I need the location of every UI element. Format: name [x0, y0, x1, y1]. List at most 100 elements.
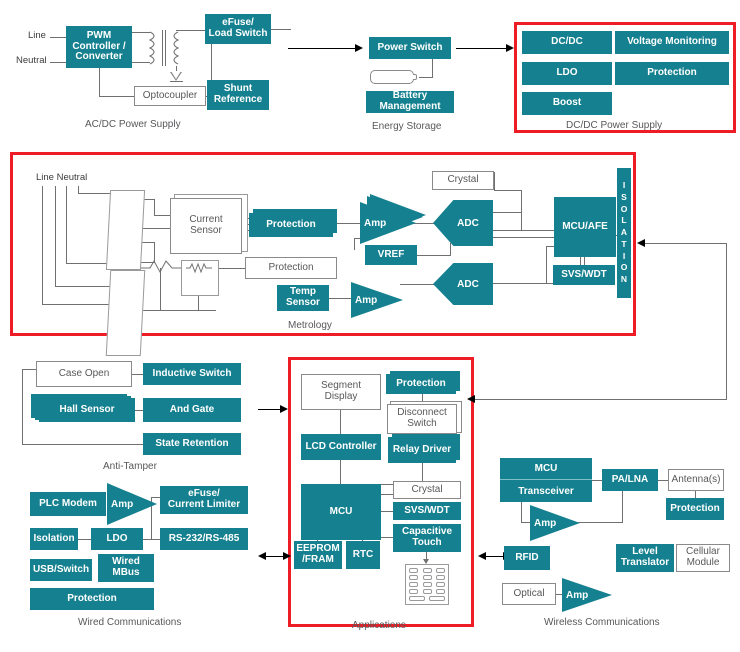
block-temp-sensor: Temp Sensor	[277, 285, 329, 311]
block-boost: Boost	[522, 92, 612, 115]
block-usb-switch: USB/Switch	[30, 559, 92, 581]
keypad-key-wide[interactable]	[409, 596, 425, 601]
block-pa-lna: PA/LNA	[602, 469, 658, 491]
adc-label-2: ADC	[457, 278, 479, 290]
amp-label-wireless: Amp	[534, 517, 557, 529]
iso-letter: L	[621, 215, 627, 226]
caption-applications: Applications	[352, 620, 406, 631]
keypad-key[interactable]	[436, 582, 445, 587]
block-plc-modem: PLC Modem	[30, 492, 106, 516]
block-and-gate: And Gate	[143, 398, 241, 422]
block-segment-display: Segment Display	[301, 374, 381, 410]
block-power-switch: Power Switch	[369, 37, 451, 59]
amp-label-optical: Amp	[566, 589, 589, 601]
keypad-key[interactable]	[422, 582, 432, 587]
label-neutral-input: Neutral	[16, 55, 47, 66]
block-inductive-switch: Inductive Switch	[143, 363, 241, 385]
keypad-key[interactable]	[436, 589, 445, 594]
block-mcu-afe: MCU/AFE	[554, 197, 616, 257]
block-dcdc: DC/DC	[522, 31, 612, 54]
tap-1-h2	[154, 215, 170, 216]
wire-crystal-adc	[493, 212, 521, 213]
block-lcd-controller: LCD Controller	[301, 434, 381, 460]
iso-letter: A	[620, 227, 628, 238]
iso-letter: O	[620, 203, 628, 214]
keypad-key[interactable]	[436, 575, 445, 580]
shunt-bar-lower	[105, 270, 146, 356]
block-pwm-controller-converter: PWM Controller / Converter	[66, 26, 132, 68]
label-line-input: Line	[28, 30, 46, 41]
block-optical: Optical	[502, 583, 556, 605]
arrow-acdc-to-energy-line	[288, 48, 356, 50]
wire-adc-to-mcu-2	[493, 237, 555, 238]
wire-battery-to-switch-v	[432, 59, 433, 77]
block-amp-wireless: Amp	[530, 505, 580, 541]
block-antennas: Antenna(s)	[668, 469, 724, 491]
keypad-key[interactable]	[409, 568, 418, 573]
resistor-squiggle	[186, 262, 212, 274]
wire-line-in	[50, 37, 66, 38]
block-state-retention: State Retention	[143, 433, 241, 455]
keypad-key[interactable]	[422, 575, 432, 580]
wire-amp-to-palna-h	[578, 522, 623, 523]
keypad-key[interactable]	[436, 568, 445, 573]
keypad-key[interactable]	[409, 582, 418, 587]
wire-adc-to-mcu-1	[493, 230, 555, 231]
caption-wired-communications: Wired Communications	[78, 617, 182, 628]
arrow-loop-into-isolation	[637, 238, 645, 247]
block-amp-metrology-lower: Amp	[351, 282, 403, 318]
wire-divider-down-2	[198, 294, 199, 310]
keypad-key[interactable]	[422, 568, 432, 573]
block-protection-metrology-teal: Protection	[249, 213, 333, 237]
rail-2-bottom	[55, 286, 114, 287]
block-efuse-current-limiter: eFuse/ Current Limiter	[160, 486, 248, 514]
wire-temp-to-amp	[329, 298, 351, 299]
keypad-key[interactable]	[409, 589, 418, 594]
block-efuse-load-switch: eFuse/ Load Switch	[205, 14, 271, 44]
wire-crystal-down	[521, 190, 522, 230]
wire-at-bus-top	[22, 369, 36, 370]
block-crystal-applications: Crystal	[393, 481, 461, 499]
block-isolation-bar: I S O L A T I O N	[617, 168, 631, 298]
keypad-key[interactable]	[409, 575, 418, 580]
block-rfid: RFID	[504, 546, 550, 570]
iso-letter: I	[622, 180, 626, 191]
arrow-at-to-app-head	[280, 404, 288, 413]
keypad-key[interactable]	[422, 589, 432, 594]
arrow-energy-to-dcdc-line	[456, 48, 507, 50]
block-adc-upper: ADC	[433, 200, 493, 246]
rail-4-bottom	[78, 193, 114, 194]
block-amp-metrology-upper: Amp	[360, 202, 416, 244]
rail-2	[55, 186, 56, 286]
block-ldo: LDO	[522, 62, 612, 85]
diode-bar	[170, 81, 183, 82]
amp-label-wired: Amp	[111, 498, 134, 510]
block-svs-wdt-metrology: SVS/WDT	[553, 265, 615, 285]
wire-divider-to-protection	[216, 268, 246, 269]
caption-metrology: Metrology	[288, 320, 332, 331]
wire-prot-to-amp	[333, 223, 361, 224]
block-voltage-monitoring: Voltage Monitoring	[615, 31, 729, 54]
keypad-key-wide[interactable]	[429, 596, 445, 601]
wire-battery-to-switch-h	[419, 77, 433, 78]
rail-1-bottom	[42, 304, 114, 305]
block-relay-driver: Relay Driver	[388, 437, 456, 463]
block-mcu-applications: MCU	[301, 484, 381, 540]
block-cellular-module: Cellular Module	[676, 544, 730, 572]
block-rs232-rs485: RS-232/RS-485	[160, 528, 248, 550]
block-eeprom-fram: EEPROM /FRAM	[294, 541, 342, 569]
loop-top	[645, 243, 727, 245]
wire-transceiver-down	[521, 502, 522, 523]
keypad-widget[interactable]	[405, 564, 449, 605]
wire-pwm-to-opto	[99, 96, 134, 97]
caption-dc-dc-power-supply: DC/DC Power Supply	[566, 120, 663, 131]
loop-bottom	[474, 399, 727, 401]
block-diagram-canvas: Line Neutral PWM Controller / Converter …	[0, 0, 740, 652]
wire-efuse-down-to-shunt	[211, 44, 212, 84]
diode-arrow-fill	[170, 71, 181, 80]
wire-adc2-mid-v	[546, 246, 547, 283]
wire-crystal-right	[494, 172, 495, 190]
transformer-primary-coil	[148, 31, 155, 65]
wire-ldo-to-rs	[143, 539, 160, 540]
block-protection-applications: Protection	[386, 374, 456, 394]
